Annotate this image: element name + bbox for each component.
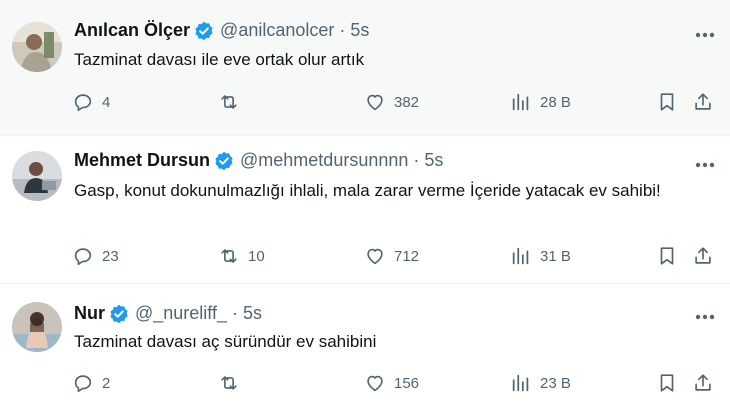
- like-button[interactable]: 156: [364, 370, 419, 396]
- views-icon: [512, 247, 529, 265]
- more-icon[interactable]: [694, 306, 716, 328]
- like-button[interactable]: 382: [364, 89, 419, 115]
- avatar[interactable]: [12, 22, 62, 72]
- author-handle[interactable]: @mehmetdursunnnn: [240, 150, 408, 171]
- tweet-actions: 2 156 23 B: [72, 370, 722, 396]
- bookmark-button[interactable]: [656, 370, 678, 396]
- tweet-header: Nur @_nureliff_ · 5s: [74, 303, 262, 324]
- like-count: 712: [394, 247, 420, 265]
- separator-dot: ·: [413, 150, 420, 170]
- tweet-text: Tazminat davası ile eve ortak olur artık: [74, 50, 365, 69]
- views-button[interactable]: 31 B: [510, 243, 571, 269]
- reply-count: 2: [102, 374, 111, 392]
- verified-badge-icon: [195, 21, 213, 40]
- views-icon: [512, 93, 529, 111]
- retweet-icon: [221, 249, 237, 263]
- reply-count: 4: [102, 93, 111, 111]
- views-count: 31 B: [540, 247, 571, 265]
- share-icon: [695, 374, 711, 391]
- author-handle[interactable]: @_nureliff_: [135, 303, 227, 324]
- retweet-button[interactable]: [218, 370, 248, 396]
- like-count: 156: [394, 374, 420, 392]
- tweet-text: Tazminat davası aç süründür ev sahibini: [74, 332, 377, 351]
- bookmark-icon: [660, 93, 674, 111]
- timestamp[interactable]: 5s: [424, 150, 443, 171]
- share-button[interactable]: [692, 89, 714, 115]
- bookmark-icon: [660, 247, 674, 265]
- heart-icon: [367, 375, 383, 392]
- views-icon: [512, 374, 529, 392]
- bookmark-button[interactable]: [656, 243, 678, 269]
- author-name[interactable]: Nur: [74, 303, 105, 324]
- views-button[interactable]: 23 B: [510, 370, 571, 396]
- retweet-count: 10: [248, 247, 265, 265]
- tweet-header: Anılcan Ölçer @anilcanolcer · 5s: [74, 20, 369, 41]
- tweet[interactable]: Mehmet Dursun @mehmetdursunnnn · 5s Gasp…: [0, 136, 730, 284]
- more-icon[interactable]: [694, 154, 716, 176]
- retweet-icon: [221, 95, 237, 109]
- views-button[interactable]: 28 B: [510, 89, 571, 115]
- author-name[interactable]: Mehmet Dursun: [74, 150, 210, 171]
- separator-dot: ·: [339, 20, 346, 40]
- reply-button[interactable]: 4: [72, 89, 110, 115]
- share-button[interactable]: [692, 370, 714, 396]
- separator-dot: ·: [232, 303, 238, 323]
- views-count: 28 B: [540, 93, 571, 111]
- bookmark-icon: [660, 374, 674, 392]
- bookmark-button[interactable]: [656, 89, 678, 115]
- verified-badge-icon: [215, 151, 233, 170]
- retweet-button[interactable]: 10: [218, 243, 265, 269]
- tweet-actions: 23 10 712 31 B: [72, 243, 722, 269]
- reply-icon: [74, 94, 92, 112]
- reply-icon: [74, 248, 92, 266]
- verified-badge-icon: [110, 304, 128, 323]
- author-name[interactable]: Anılcan Ölçer: [74, 20, 190, 41]
- share-icon: [695, 93, 711, 110]
- reply-button[interactable]: 2: [72, 370, 110, 396]
- share-button[interactable]: [692, 243, 714, 269]
- timestamp[interactable]: 5s: [350, 20, 369, 41]
- like-count: 382: [394, 93, 420, 111]
- share-icon: [695, 247, 711, 264]
- tweet[interactable]: Anılcan Ölçer @anilcanolcer · 5s Tazmina…: [0, 0, 730, 136]
- avatar[interactable]: [12, 151, 62, 201]
- heart-icon: [367, 94, 383, 111]
- tweet[interactable]: Nur @_nureliff_ · 5s Tazminat davası aç …: [0, 284, 730, 420]
- tweet-header: Mehmet Dursun @mehmetdursunnnn · 5s: [74, 150, 443, 171]
- tweet-text: Gasp, konut dokunulmazlığı ihlali, mala …: [74, 181, 661, 200]
- retweet-icon: [221, 376, 237, 390]
- retweet-button[interactable]: [218, 89, 248, 115]
- avatar[interactable]: [12, 302, 62, 352]
- timestamp[interactable]: 5s: [243, 303, 262, 324]
- like-button[interactable]: 712: [364, 243, 419, 269]
- reply-button[interactable]: 23: [72, 243, 119, 269]
- more-icon[interactable]: [694, 24, 716, 46]
- heart-icon: [367, 248, 383, 265]
- author-handle[interactable]: @anilcanolcer: [220, 20, 334, 41]
- reply-icon: [74, 375, 92, 393]
- tweet-feed: Anılcan Ölçer @anilcanolcer · 5s Tazmina…: [0, 0, 730, 420]
- tweet-actions: 4 382 28 B: [72, 89, 722, 115]
- reply-count: 23: [102, 247, 119, 265]
- views-count: 23 B: [540, 374, 571, 392]
